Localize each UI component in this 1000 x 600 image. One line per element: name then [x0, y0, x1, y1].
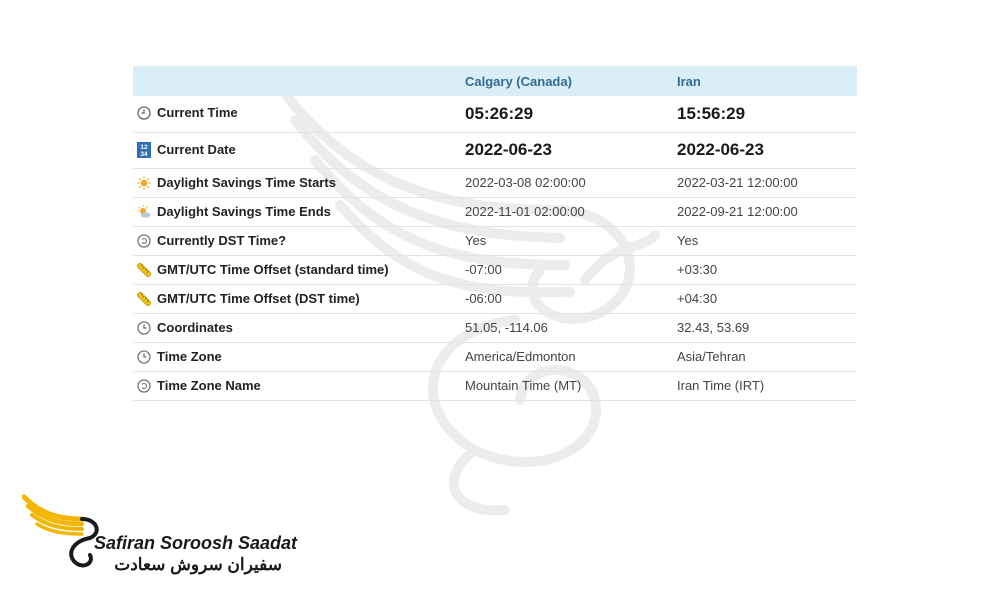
brand-logo: Safiran Soroosh Saadat سفیران سروش سعادت: [22, 493, 302, 583]
row-time-zone-name: Time Zone Name Mountain Time (MT) Iran T…: [133, 371, 857, 400]
iran-value: Yes: [677, 233, 699, 248]
row-currently-dst: Currently DST Time? Yes Yes: [133, 226, 857, 255]
calgary-value: 51.05, -114.06: [465, 320, 548, 335]
iran-value: 15:56:29: [677, 103, 746, 123]
dst-clock-icon: [137, 234, 151, 248]
ruler-icon: [137, 263, 151, 277]
row-current-date: 12 34 Current Date 2022-06-23 2022-06-23: [133, 132, 857, 168]
iran-value: 2022-09-21 12:00:00: [677, 204, 798, 219]
calgary-value: 2022-11-01 02:00:00: [465, 204, 585, 219]
header-calgary: Calgary (Canada): [465, 73, 572, 89]
ruler-icon: [137, 292, 151, 306]
time-comparison-table: Calgary (Canada) Iran Current Time 05:26…: [133, 66, 857, 401]
row-label: GMT/UTC Time Offset (standard time): [157, 262, 389, 277]
row-time-zone: Time Zone America/Edmonton Asia/Tehran: [133, 342, 857, 371]
row-coordinates: Coordinates 51.05, -114.06 32.43, 53.69: [133, 313, 857, 342]
row-label: Current Date: [157, 141, 236, 157]
iran-value: +04:30: [677, 291, 718, 306]
row-dst-starts: Daylight Savings Time Starts 2022-03-08 …: [133, 168, 857, 197]
row-label: Time Zone: [157, 349, 222, 364]
clock-icon: [137, 106, 151, 120]
time-comparison-table-container: Calgary (Canada) Iran Current Time 05:26…: [133, 66, 857, 401]
iran-value: Asia/Tehran: [677, 349, 746, 364]
calgary-value: Yes: [465, 233, 487, 248]
row-current-time: Current Time 05:26:29 15:56:29: [133, 96, 857, 132]
calgary-value: 2022-03-08 02:00:00: [465, 175, 586, 190]
brand-name-persian: سفیران سروش سعادت: [114, 555, 282, 574]
row-label: GMT/UTC Time Offset (DST time): [157, 291, 360, 306]
table-header-row: Calgary (Canada) Iran: [133, 66, 857, 96]
iran-value: 2022-03-21 12:00:00: [677, 175, 798, 190]
header-iran: Iran: [677, 73, 701, 89]
svg-text:34: 34: [140, 151, 148, 158]
sun-icon: [137, 176, 151, 190]
clock-icon: [137, 321, 151, 335]
calgary-value: 2022-06-23: [465, 140, 552, 159]
row-label: Coordinates: [157, 320, 233, 335]
row-label: Daylight Savings Time Ends: [157, 204, 331, 219]
calendar-icon: 1234: [137, 141, 151, 158]
row-label: Time Zone Name: [157, 378, 261, 393]
header-empty-cell: [133, 66, 463, 96]
clock-icon: [137, 350, 151, 364]
iran-value: Iran Time (IRT): [677, 378, 765, 393]
iran-value: +03:30: [677, 262, 718, 277]
row-label: Daylight Savings Time Starts: [157, 175, 336, 190]
svg-text:12: 12: [140, 144, 148, 151]
row-label: Current Time: [157, 105, 238, 120]
calgary-value: -06:00: [465, 291, 502, 306]
brand-name-english: Safiran Soroosh Saadat: [94, 533, 298, 553]
row-offset-dst: GMT/UTC Time Offset (DST time) -06:00 +0…: [133, 284, 857, 313]
calgary-value: Mountain Time (MT): [465, 378, 582, 393]
calgary-value: -07:00: [465, 262, 502, 277]
row-dst-ends: Daylight Savings Time Ends 2022-11-01 02…: [133, 197, 857, 226]
calgary-value: America/Edmonton: [465, 349, 576, 364]
calgary-value: 05:26:29: [465, 103, 534, 123]
row-offset-standard: GMT/UTC Time Offset (standard time) -07:…: [133, 255, 857, 284]
cloud-sun-icon: [137, 205, 151, 218]
iran-value: 2022-06-23: [677, 140, 764, 159]
dst-clock-icon: [137, 379, 151, 393]
row-label: Currently DST Time?: [157, 233, 287, 248]
iran-value: 32.43, 53.69: [677, 320, 750, 335]
